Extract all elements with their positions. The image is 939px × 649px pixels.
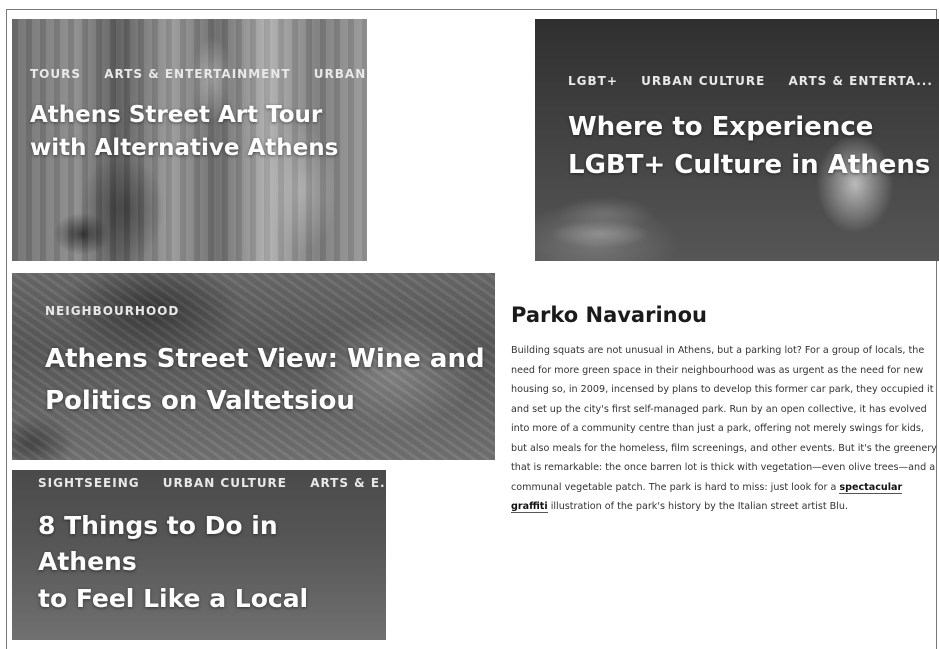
card-title-line: Athens Street View: Wine and (45, 344, 485, 374)
tag-arts-entertainment[interactable]: ARTS & ENTERTAINMENT (104, 67, 290, 81)
card-title-line: LGBT+ Culture in Athens (568, 149, 931, 180)
tag-neighbourhood[interactable]: NEIGHBOURHOOD (45, 304, 179, 318)
tag-lgbt[interactable]: LGBT+ (568, 74, 618, 88)
card-tags: LGBT+ URBAN CULTURE ARTS & ENTERTA... (568, 74, 939, 88)
card-title[interactable]: Where to Experience LGBT+ Culture in Ath… (568, 109, 933, 184)
card-title-line: Politics on Valtetsiou (45, 385, 355, 416)
card-tags: TOURS ARTS & ENTERTAINMENT URBAN ... (30, 67, 367, 81)
tag-urban-culture[interactable]: URBAN CULTURE (641, 74, 765, 88)
article-body: Building squats are not unusual in Athen… (511, 341, 939, 517)
article-body-text: Building squats are not unusual in Athen… (511, 345, 937, 493)
article-card-street-view-valtetsiou[interactable]: NEIGHBOURHOOD Athens Street View: Wine a… (12, 273, 495, 460)
card-title[interactable]: Athens Street Art Tour with Alternative … (30, 99, 360, 166)
card-tags: NEIGHBOURHOOD (45, 304, 197, 318)
tag-tours[interactable]: TOURS (30, 67, 81, 81)
card-title[interactable]: Athens Street View: Wine and Politics on… (45, 339, 485, 422)
article-body-text-end: illustration of the park's history by th… (547, 501, 849, 512)
card-title-line: with Alternative Athens (30, 135, 339, 162)
card-title-line: Athens Street Art Tour (30, 102, 323, 128)
tag-arts-entertainment[interactable]: ARTS & ENTERTA... (788, 74, 932, 88)
tag-sightseeing[interactable]: SIGHTSEEING (38, 476, 140, 490)
tag-arts-entertainment[interactable]: ARTS & E... (310, 476, 386, 490)
card-title-line: to Feel Like a Local (38, 583, 309, 613)
tag-urban[interactable]: URBAN ... (314, 67, 367, 81)
card-title[interactable]: 8 Things to Do in Athens to Feel Like a … (38, 508, 378, 617)
card-title-line: 8 Things to Do in Athens (38, 511, 278, 577)
article-heading: Parko Navarinou (511, 303, 707, 327)
article-section: Parko Navarinou Building squats are not … (511, 303, 939, 517)
article-card-things-to-do[interactable]: SIGHTSEEING URBAN CULTURE ARTS & E... 8 … (12, 470, 386, 640)
card-title-line: Where to Experience (568, 112, 874, 142)
article-card-lgbt-culture[interactable]: LGBT+ URBAN CULTURE ARTS & ENTERTA... Wh… (535, 19, 939, 261)
article-card-street-art-tour[interactable]: TOURS ARTS & ENTERTAINMENT URBAN ... Ath… (12, 19, 367, 261)
tag-urban-culture[interactable]: URBAN CULTURE (163, 476, 287, 490)
card-tags: SIGHTSEEING URBAN CULTURE ARTS & E... (38, 476, 386, 490)
